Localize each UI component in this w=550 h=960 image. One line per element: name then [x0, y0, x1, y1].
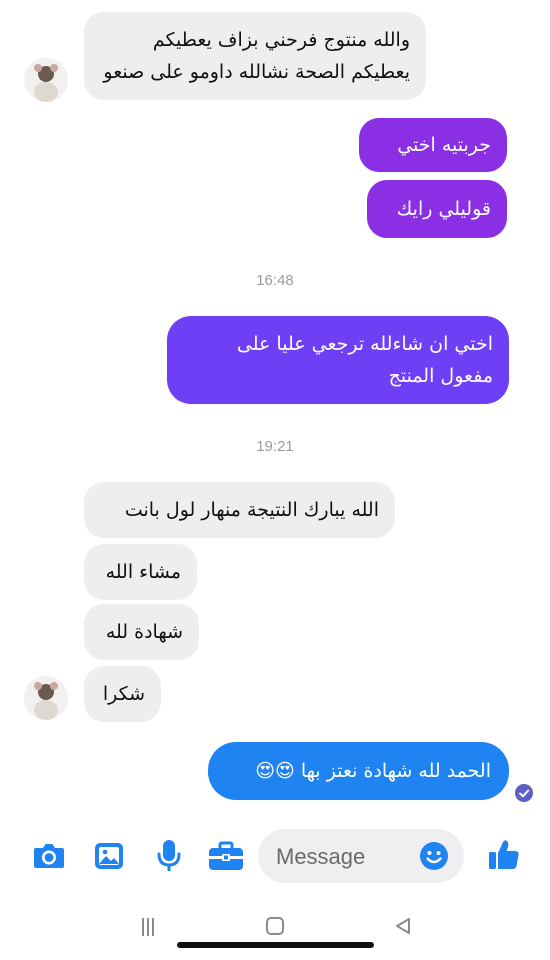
gesture-bar[interactable]	[177, 942, 374, 948]
back-icon[interactable]	[394, 916, 412, 936]
microphone-icon[interactable]	[156, 838, 182, 874]
message-bubble-outgoing[interactable]: قوليلي رايك	[367, 180, 507, 238]
message-bubble-incoming[interactable]: والله منتوج فرحني بزاف يعطيكم يعطيكم الص…	[84, 12, 426, 100]
message-input[interactable]	[274, 840, 418, 874]
read-receipt-icon	[514, 783, 534, 803]
message-bubble-outgoing[interactable]: اختي ان شاءلله ترجعي عليا على مفعول المن…	[167, 316, 509, 404]
message-bubble-incoming[interactable]: الله يبارك النتيجة منهار لول بانت	[84, 482, 395, 538]
briefcase-icon[interactable]	[207, 840, 245, 872]
timestamp: 19:21	[256, 438, 294, 455]
emoji-icon[interactable]	[419, 841, 449, 871]
timestamp: 16:48	[256, 272, 294, 289]
thumbs-up-icon[interactable]	[487, 838, 521, 872]
message-bubble-incoming[interactable]: مشاء الله	[84, 544, 197, 600]
contact-avatar[interactable]	[24, 676, 68, 720]
gallery-icon[interactable]	[93, 840, 125, 872]
message-bubble-outgoing[interactable]: جربتيه اختي	[359, 118, 507, 172]
recents-icon[interactable]	[140, 916, 156, 938]
home-icon[interactable]	[265, 916, 285, 936]
message-bubble-outgoing[interactable]: الحمد لله شهادة نعتز بها 😍😍	[208, 742, 509, 800]
message-composer[interactable]	[258, 829, 464, 883]
message-bubble-incoming[interactable]: شكرا	[84, 666, 161, 722]
message-bubble-incoming[interactable]: شهادة لله	[84, 604, 199, 660]
contact-avatar[interactable]	[24, 58, 68, 102]
camera-icon[interactable]	[32, 840, 66, 872]
